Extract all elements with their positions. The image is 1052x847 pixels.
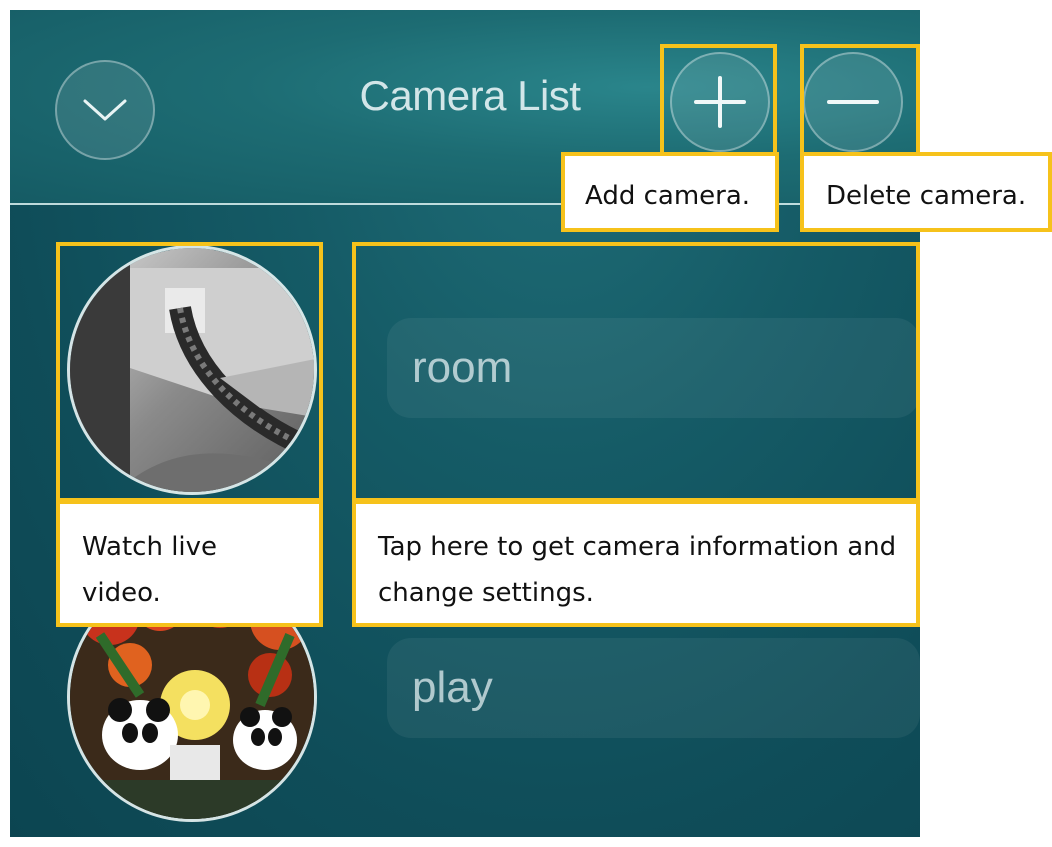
camera-name-label: play	[412, 663, 493, 712]
thumbnail-highlight	[56, 242, 323, 502]
callout-text-line2: change settings.	[378, 578, 594, 608]
add-camera-highlight	[660, 44, 777, 156]
delete-camera-highlight	[800, 44, 920, 156]
callout-text: Add camera.	[585, 181, 751, 211]
collapse-button[interactable]	[55, 60, 155, 160]
delete-camera-callout: Delete camera.	[800, 152, 1052, 232]
camera-info-callout: Tap here to get camera information and c…	[352, 500, 920, 627]
chevron-down-icon	[83, 99, 127, 121]
page-title: Camera List	[359, 72, 581, 119]
live-video-callout: Watch live video.	[56, 500, 323, 627]
callout-text: Delete camera.	[826, 181, 1027, 211]
callout-text-line1: Tap here to get camera information and	[378, 532, 897, 562]
callout-text-line2: video.	[82, 578, 161, 608]
camera-info-highlight	[352, 242, 920, 502]
camera-name-play[interactable]: play	[387, 638, 920, 738]
callout-text-line1: Watch live	[82, 532, 218, 562]
header-bar: Camera List	[10, 10, 920, 205]
add-camera-callout: Add camera.	[561, 152, 779, 232]
